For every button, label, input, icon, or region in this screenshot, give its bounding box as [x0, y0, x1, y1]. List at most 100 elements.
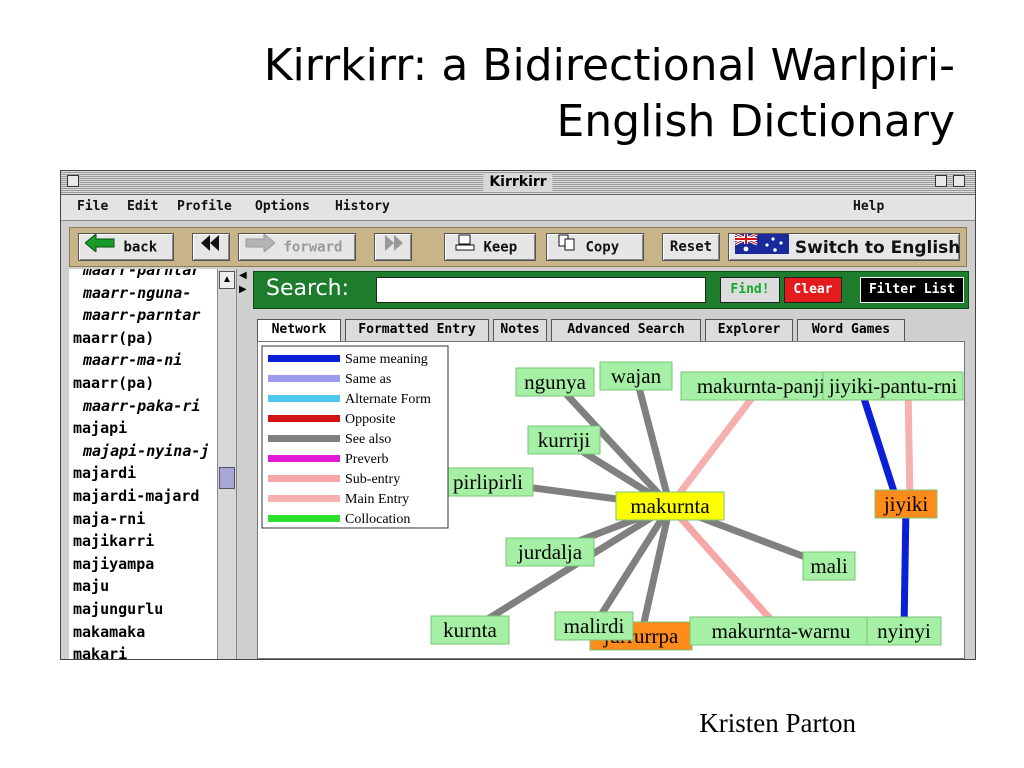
list-item[interactable]: makamaka — [73, 623, 145, 641]
list-item[interactable]: majardi — [73, 464, 136, 482]
keep-label: Keep — [483, 239, 518, 256]
scroll-up-arrow-icon[interactable]: ▲ — [219, 271, 235, 289]
network-graph[interactable]: ngunya wajan makurnta-panji jiyiki-pantu-rn… — [258, 342, 965, 659]
node-label: wajan — [611, 364, 662, 388]
list-item[interactable]: maarr-nguna- — [83, 284, 191, 302]
menu-options[interactable]: Options — [255, 199, 310, 214]
list-item[interactable]: maarr(pa) — [73, 329, 154, 347]
tab-advanced-search[interactable]: Advanced Search — [551, 319, 701, 341]
legend-swatch — [268, 515, 340, 522]
legend-label: Same as — [345, 372, 391, 387]
switch-to-english-button[interactable]: Switch to English — [728, 232, 960, 261]
author-name: Kristen Parton — [699, 708, 856, 738]
edge-makurnta-kurnta — [468, 503, 672, 633]
clear-button[interactable]: Clear — [784, 277, 842, 303]
legend-swatch — [268, 395, 340, 402]
edge-makurnta-makurnta-panji — [667, 383, 764, 509]
node-wajan[interactable]: wajan — [599, 361, 673, 391]
legend: Same meaning Same as Alternate Form Opposit… — [261, 345, 449, 529]
list-item[interactable]: majapi — [73, 419, 127, 437]
back-arrow-icon — [84, 232, 115, 261]
edge-jiyiki-nyinyi — [900, 503, 910, 632]
slide-title: Kirrkirr: a Bidirectional Warlpiri- Engl… — [100, 38, 955, 150]
list-item[interactable]: maarr(pa) — [73, 374, 154, 392]
node-kurnta[interactable]: kurnta — [430, 615, 510, 645]
scroll-thumb[interactable] — [219, 467, 235, 489]
tab-notes[interactable]: Notes — [493, 319, 547, 341]
list-item[interactable]: majardi-majard — [73, 487, 199, 505]
edge-jiyiki-jiyiki-pantu-rni — [904, 385, 914, 505]
node-makurnta-warnu[interactable]: makurnta-warnu — [689, 616, 873, 646]
menu-file[interactable]: File — [77, 199, 108, 214]
node-mali[interactable]: mali — [802, 551, 856, 581]
find-button[interactable]: Find! — [720, 277, 780, 303]
node-label: makurnta-warnu — [712, 619, 851, 643]
title-bar[interactable]: Kirrkirr — [61, 171, 975, 195]
tab-explorer[interactable]: Explorer — [705, 319, 793, 341]
node-label: malirdi — [564, 614, 625, 638]
node-jiyiki-pantu-rni[interactable]: jiyiki-pantu-rni — [822, 371, 964, 401]
node-label: pirlipirli — [453, 470, 523, 494]
copy-icon — [557, 234, 577, 261]
word-list-scrollbar[interactable]: ▲ — [217, 269, 237, 659]
zoom-box-icon[interactable] — [935, 175, 947, 187]
node-kurriji[interactable]: kurriji — [527, 425, 601, 455]
node-jurdalja[interactable]: jurdalja — [505, 537, 595, 567]
toolbar: back forward Keep Copy Reset Switch to E… — [69, 227, 967, 267]
menu-edit[interactable]: Edit — [127, 199, 158, 214]
forward-button[interactable]: forward — [238, 232, 356, 261]
node-jiyiki[interactable]: jiyiki — [874, 489, 938, 519]
word-list[interactable]: maarr-parntar maarr-nguna-maarr-parntar ma… — [69, 269, 218, 659]
reset-button[interactable]: Reset — [662, 233, 720, 261]
tab-formatted-entry[interactable]: Formatted Entry — [345, 319, 489, 341]
back-button[interactable]: back — [78, 232, 174, 261]
tab-network[interactable]: Network — [257, 319, 341, 343]
split-pane-arrows-icon[interactable]: ◀ ▶ — [239, 269, 249, 309]
node-makurnta-panji[interactable]: makurnta-panji — [680, 371, 842, 401]
node-makurnta[interactable]: makurnta — [615, 491, 725, 521]
legend-label: See also — [345, 432, 391, 447]
node-label: jiyiki — [883, 492, 929, 516]
node-ngunya[interactable]: ngunya — [515, 367, 595, 397]
legend-label: Same meaning — [345, 352, 428, 367]
list-item[interactable]: maja-rni — [73, 510, 145, 528]
network-view[interactable]: ngunya wajan makurnta-panji jiyiki-pantu-rn… — [257, 341, 965, 659]
list-item[interactable]: makari — [73, 645, 127, 659]
history-back-button[interactable] — [192, 233, 230, 261]
list-item[interactable]: maarr-parntar — [83, 269, 200, 279]
list-item[interactable]: majungurlu — [73, 600, 163, 618]
node-label: makurnta — [630, 494, 710, 518]
list-item[interactable]: maarr-paka-ri — [83, 397, 200, 415]
search-input[interactable] — [376, 277, 706, 303]
legend-label: Alternate Form — [345, 392, 431, 407]
back-label: back — [123, 239, 158, 256]
double-left-icon — [201, 234, 221, 260]
node-malirdi[interactable]: malirdi — [554, 611, 634, 641]
menu-history[interactable]: History — [335, 199, 390, 214]
list-item[interactable]: majapi-nyina-j — [83, 442, 209, 460]
legend-label: Collocation — [345, 512, 410, 527]
list-item[interactable]: majiyampa — [73, 555, 154, 573]
legend-label: Sub-entry — [345, 472, 400, 487]
menu-help[interactable]: Help — [853, 199, 884, 214]
copy-button[interactable]: Copy — [546, 233, 644, 261]
node-nyinyi[interactable]: nyinyi — [866, 616, 942, 646]
close-box-icon[interactable] — [67, 175, 79, 187]
legend-label: Preverb — [345, 452, 389, 467]
list-item[interactable]: maarr-parntar — [83, 306, 200, 324]
keep-icon — [455, 234, 475, 261]
node-pirlipirli[interactable]: pirlipirli — [442, 467, 534, 497]
collapse-box-icon[interactable] — [953, 175, 965, 187]
legend-swatch — [268, 435, 340, 442]
edge-jiyiki-jiyiki-pantu-rni — [856, 384, 902, 506]
node-label: nyinyi — [877, 619, 931, 643]
filter-list-button[interactable]: Filter List — [860, 277, 964, 303]
history-forward-button[interactable] — [374, 233, 412, 261]
list-item[interactable]: maju — [73, 577, 109, 595]
keep-button[interactable]: Keep — [444, 233, 536, 261]
tab-word-games[interactable]: Word Games — [797, 319, 905, 341]
menu-profile[interactable]: Profile — [177, 199, 232, 214]
list-item[interactable]: maarr-ma-ni — [83, 351, 182, 369]
list-item[interactable]: majikarri — [73, 532, 154, 550]
node-label: kurnta — [443, 618, 497, 642]
